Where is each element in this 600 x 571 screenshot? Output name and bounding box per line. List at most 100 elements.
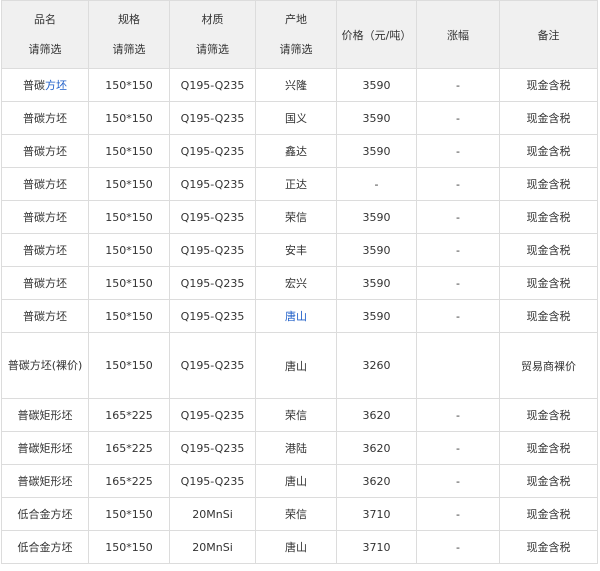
cell-spec: 150*150 <box>88 134 170 168</box>
table-row: 普碳方坯 150*150 Q195-Q235 鑫达 3590 - 现金含税 <box>1 134 598 168</box>
price-table: 品名 请筛选 规格 请筛选 材质 请筛选 产地 请筛选 价格（元/吨） 涨幅 备… <box>1 0 598 564</box>
cell-note: 现金含税 <box>499 398 598 432</box>
cell-note: 现金含税 <box>499 299 598 333</box>
header-price: 价格（元/吨） <box>336 0 417 69</box>
cell-price: 3590 <box>336 134 417 168</box>
cell-price: 3260 <box>336 332 417 399</box>
cell-price: 3620 <box>336 398 417 432</box>
cell-change: - <box>416 167 500 201</box>
cell-spec: 150*150 <box>88 233 170 267</box>
cell-origin: 荣信 <box>255 398 337 432</box>
filter-spec-dropdown[interactable]: 请筛选 <box>90 35 169 65</box>
cell-note: 现金含税 <box>499 266 598 300</box>
cell-spec: 150*150 <box>88 167 170 201</box>
cell-price: 3590 <box>336 299 417 333</box>
cell-origin: 国义 <box>255 101 337 135</box>
header-spec: 规格 请筛选 <box>88 0 170 69</box>
cell-name: 普碳方坯 <box>1 101 89 135</box>
cell-change: - <box>416 497 500 531</box>
table-row: 普碳矩形坯 165*225 Q195-Q235 港陆 3620 - 现金含税 <box>1 431 598 465</box>
cell-note: 现金含税 <box>499 497 598 531</box>
table-row: 普碳矩形坯 165*225 Q195-Q235 唐山 3620 - 现金含税 <box>1 464 598 498</box>
filter-origin-dropdown[interactable]: 请筛选 <box>257 35 336 65</box>
cell-spec: 165*225 <box>88 398 170 432</box>
cell-spec: 150*150 <box>88 200 170 234</box>
cell-note: 现金含税 <box>499 101 598 135</box>
cell-material: Q195-Q235 <box>169 464 256 498</box>
header-note: 备注 <box>499 0 598 69</box>
cell-change: - <box>416 233 500 267</box>
cell-origin: 安丰 <box>255 233 337 267</box>
cell-change: - <box>416 398 500 432</box>
cell-spec: 150*150 <box>88 299 170 333</box>
cell-spec: 150*150 <box>88 101 170 135</box>
cell-price: 3710 <box>336 497 417 531</box>
header-material-label: 材质 <box>201 12 224 26</box>
cell-price: 3590 <box>336 101 417 135</box>
table-row: 普碳矩形坯 165*225 Q195-Q235 荣信 3620 - 现金含税 <box>1 398 598 432</box>
cell-name: 普碳方坯(裸价) <box>1 332 89 399</box>
cell-change: - <box>416 68 500 102</box>
header-origin-label: 产地 <box>285 12 307 26</box>
cell-name: 普碳方坯 <box>1 266 89 300</box>
table-row: 普碳方坯 150*150 Q195-Q235 荣信 3590 - 现金含税 <box>1 200 598 234</box>
price-table-container: 品名 请筛选 规格 请筛选 材质 请筛选 产地 请筛选 价格（元/吨） 涨幅 备… <box>0 0 600 564</box>
cell-note: 现金含税 <box>499 134 598 168</box>
header-name-label: 品名 <box>34 12 56 26</box>
cell-material: Q195-Q235 <box>169 68 256 102</box>
cell-origin: 兴隆 <box>255 68 337 102</box>
cell-price: - <box>336 167 417 201</box>
cell-price: 3710 <box>336 530 417 564</box>
cell-origin: 唐山 <box>255 299 337 333</box>
cell-material: Q195-Q235 <box>169 200 256 234</box>
cell-origin: 鑫达 <box>255 134 337 168</box>
cell-spec: 150*150 <box>88 68 170 102</box>
filter-material-dropdown[interactable]: 请筛选 <box>171 35 255 65</box>
table-row: 普碳方坯 150*150 Q195-Q235 唐山 3590 - 现金含税 <box>1 299 598 333</box>
cell-spec: 150*150 <box>88 332 170 399</box>
cell-name: 普碳方坯 <box>1 167 89 201</box>
header-origin: 产地 请筛选 <box>255 0 337 69</box>
cell-spec: 150*150 <box>88 266 170 300</box>
cell-change: - <box>416 134 500 168</box>
cell-change: - <box>416 299 500 333</box>
cell-name: 普碳矩形坯 <box>1 398 89 432</box>
table-row: 普碳方坯 150*150 Q195-Q235 宏兴 3590 - 现金含税 <box>1 266 598 300</box>
cell-change: - <box>416 431 500 465</box>
cell-note: 现金含税 <box>499 200 598 234</box>
header-change: 涨幅 <box>416 0 500 69</box>
cell-change: - <box>416 200 500 234</box>
cell-material: Q195-Q235 <box>169 233 256 267</box>
cell-note: 现金含税 <box>499 68 598 102</box>
cell-price: 3620 <box>336 431 417 465</box>
cell-name: 普碳方坯 <box>1 233 89 267</box>
cell-name: 普碳方坯 <box>1 200 89 234</box>
cell-spec: 165*225 <box>88 431 170 465</box>
filter-name-dropdown[interactable]: 请筛选 <box>3 35 88 65</box>
header-name: 品名 请筛选 <box>1 0 89 69</box>
cell-price: 3590 <box>336 68 417 102</box>
table-header-row: 品名 请筛选 规格 请筛选 材质 请筛选 产地 请筛选 价格（元/吨） 涨幅 备… <box>1 0 598 69</box>
cell-note: 现金含税 <box>499 167 598 201</box>
cell-change <box>416 332 500 399</box>
cell-spec: 150*150 <box>88 497 170 531</box>
table-row: 低合金方坯 150*150 20MnSi 荣信 3710 - 现金含税 <box>1 497 598 531</box>
table-row: 普碳方坯 150*150 Q195-Q235 正达 - - 现金含税 <box>1 167 598 201</box>
cell-note: 现金含税 <box>499 464 598 498</box>
cell-spec: 150*150 <box>88 530 170 564</box>
cell-origin: 唐山 <box>255 332 337 399</box>
cell-material: Q195-Q235 <box>169 101 256 135</box>
table-row: 低合金方坯 150*150 20MnSi 唐山 3710 - 现金含税 <box>1 530 598 564</box>
cell-origin: 正达 <box>255 167 337 201</box>
cell-origin: 宏兴 <box>255 266 337 300</box>
cell-change: - <box>416 266 500 300</box>
cell-change: - <box>416 530 500 564</box>
cell-price: 3620 <box>336 464 417 498</box>
cell-origin: 唐山 <box>255 464 337 498</box>
cell-name-part: 普碳 <box>23 79 45 92</box>
cell-material: Q195-Q235 <box>169 332 256 399</box>
product-link[interactable]: 方坯 <box>45 79 67 92</box>
cell-material: 20MnSi <box>169 530 256 564</box>
cell-name: 低合金方坯 <box>1 497 89 531</box>
origin-link[interactable]: 唐山 <box>285 310 307 323</box>
